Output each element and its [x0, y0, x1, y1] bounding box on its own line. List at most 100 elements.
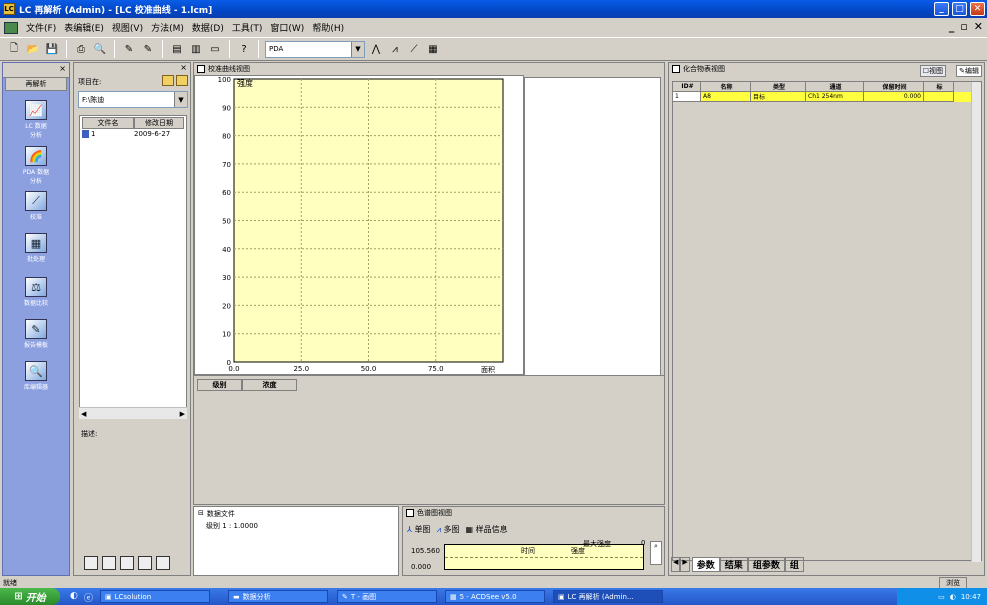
quicklaunch-icon[interactable]: ◐: [70, 591, 78, 601]
tab-next-icon[interactable]: ▶: [680, 557, 690, 572]
chromatogram-plot[interactable]: [444, 544, 644, 570]
task-lc-reanalysis[interactable]: ▣ LC 再解析 (Admin...: [553, 590, 663, 603]
col-id[interactable]: ID#: [673, 82, 701, 92]
nav-data-compare[interactable]: ⚖ 数据比较: [3, 277, 69, 307]
col-date[interactable]: 修改日期: [134, 117, 184, 129]
tab-prev-icon[interactable]: ◀: [671, 557, 681, 572]
layout3-icon[interactable]: ▭: [207, 41, 223, 57]
menu-file[interactable]: 文件(F): [26, 21, 56, 34]
new-icon[interactable]: 🗋: [6, 41, 22, 57]
vertical-scrollbar[interactable]: [971, 82, 981, 562]
cell-channel[interactable]: Ch1 254nm: [806, 92, 864, 102]
layout-icon[interactable]: ▤: [169, 41, 185, 57]
path-select[interactable]: F:\陈迪 ▼: [78, 91, 188, 108]
task-acdsee[interactable]: ▦ 5 - ACDSee v5.0: [445, 590, 545, 603]
tab-single[interactable]: ⅄ 单图: [407, 524, 430, 535]
nav-batch[interactable]: ▦ 批处理: [3, 233, 69, 263]
col-filename[interactable]: 文件名: [82, 117, 134, 129]
peak-icon[interactable]: ⋀: [368, 41, 384, 57]
volume-icon[interactable]: ◐: [950, 593, 956, 601]
collapse-icon[interactable]: ⊟: [198, 509, 204, 519]
tab-sample-info[interactable]: ▦ 样品信息: [466, 524, 508, 535]
tab-group-params[interactable]: 组参数: [747, 557, 785, 572]
tab-group[interactable]: 组: [784, 557, 804, 572]
scroll-left-icon[interactable]: ◀: [81, 410, 86, 418]
menu-view[interactable]: 视图(V): [112, 21, 143, 34]
col-concentration[interactable]: 浓度: [242, 379, 297, 391]
cell-std[interactable]: [924, 92, 954, 102]
menu-window[interactable]: 窗口(W): [270, 21, 304, 34]
tree-root[interactable]: ⊟ 数据文件: [194, 507, 398, 521]
small-icons-icon[interactable]: [102, 556, 116, 570]
task-paint[interactable]: ✎ T - 画图: [337, 590, 437, 603]
integration-icon[interactable]: ⩘: [387, 41, 403, 57]
file-list[interactable]: 文件名 修改日期 1 2009-6-27: [79, 115, 187, 419]
horizontal-scrollbar[interactable]: ◀ ▶: [79, 407, 187, 419]
network-icon[interactable]: ▭: [938, 593, 945, 601]
col-name[interactable]: 名称: [701, 82, 751, 92]
calibration-level-table[interactable]: 级别 浓度: [194, 375, 664, 504]
nav-calibration[interactable]: ⟋ 校准: [3, 191, 69, 221]
wizard-icon[interactable]: ✎: [121, 41, 137, 57]
zoom-icon[interactable]: ⌕: [650, 541, 662, 565]
help-icon[interactable]: ?: [236, 41, 252, 57]
mdi-restore-button[interactable]: ▫: [960, 20, 967, 33]
view-button[interactable]: ☐视图: [919, 65, 946, 77]
pane-close-icon[interactable]: ×: [59, 64, 66, 73]
minimize-button[interactable]: _: [934, 2, 949, 16]
mdi-minimize-button[interactable]: _: [949, 20, 955, 33]
calibration-chart[interactable]: 0102030405060708090100 0.0 25.0 50.0 75.0 强…: [193, 62, 665, 374]
browser-icon[interactable]: ⓔ: [84, 591, 93, 604]
menu-help[interactable]: 帮助(H): [312, 21, 344, 34]
channel-select[interactable]: PDA ▼: [265, 40, 365, 58]
nav-report-template[interactable]: ✎ 报告模板: [3, 319, 69, 349]
maximize-button[interactable]: □: [952, 2, 967, 16]
list-item[interactable]: 1 2009-6-27: [82, 130, 184, 138]
task-data-analysis[interactable]: ▬ 数据分析: [228, 590, 328, 603]
tree-item[interactable]: 级别 1 : 1.0000: [194, 521, 398, 531]
nav-lc-data-analysis[interactable]: 📈 LC 数据 分析: [3, 100, 69, 139]
wizard2-icon[interactable]: ✎: [140, 41, 156, 57]
print-icon[interactable]: ⎙: [73, 41, 89, 57]
pane-close-icon[interactable]: ×: [180, 63, 187, 72]
nav-library-editor[interactable]: 🔍 库编辑器: [3, 361, 69, 391]
layout2-icon[interactable]: ▥: [188, 41, 204, 57]
chevron-down-icon[interactable]: ▼: [351, 41, 364, 57]
col-std[interactable]: 标: [924, 82, 954, 92]
open-icon[interactable]: 📂: [25, 41, 41, 57]
details-view-icon[interactable]: [138, 556, 152, 570]
cell-type[interactable]: 目标: [751, 92, 806, 102]
tab-parameters[interactable]: 参数: [691, 557, 720, 572]
calibrate-icon[interactable]: ⟋: [406, 41, 422, 57]
col-channel[interactable]: 通道: [806, 82, 864, 92]
cell-retention-time[interactable]: 0.000: [864, 92, 924, 102]
new-folder-icon[interactable]: [176, 75, 188, 86]
col-retention-time[interactable]: 保留时间: [864, 82, 924, 92]
print-preview-icon[interactable]: 🔍: [92, 41, 108, 57]
tab-results[interactable]: 结果: [719, 557, 748, 572]
nav-pda-data-analysis[interactable]: 🌈 PDA 数据 分析: [3, 146, 69, 185]
cell-name[interactable]: A8: [701, 92, 751, 102]
table-row[interactable]: 1 A8 目标 Ch1 254nm 0.000: [673, 92, 981, 102]
refresh-icon[interactable]: [156, 556, 170, 570]
start-button[interactable]: ⊞ 开始: [0, 588, 60, 605]
col-level[interactable]: 级别: [197, 379, 242, 391]
tab-reanalysis[interactable]: 再解析: [5, 77, 67, 91]
col-type[interactable]: 类型: [751, 82, 806, 92]
tab-multi[interactable]: ⩘ 多图: [436, 524, 459, 535]
chevron-down-icon[interactable]: ▼: [174, 92, 187, 107]
menu-tools[interactable]: 工具(T): [232, 21, 263, 34]
list-view-icon[interactable]: [120, 556, 134, 570]
mdi-close-button[interactable]: ✕: [974, 20, 983, 33]
edit-button[interactable]: ✎编辑: [956, 65, 982, 77]
menu-table-edit[interactable]: 表编辑(E): [64, 21, 104, 34]
close-button[interactable]: ✕: [970, 2, 985, 16]
table-icon[interactable]: ▦: [425, 41, 441, 57]
compound-table[interactable]: ID# 名称 类型 通道 保留时间 标 1 A8 目标 Ch1 254nm 0.…: [672, 81, 982, 562]
menu-method[interactable]: 方法(M): [151, 21, 184, 34]
task-lcsolution[interactable]: ▣ LCsolution: [100, 590, 210, 603]
data-file-pane[interactable]: ⊟ 数据文件 级别 1 : 1.0000: [193, 506, 399, 576]
scroll-right-icon[interactable]: ▶: [180, 410, 185, 418]
up-folder-icon[interactable]: [162, 75, 174, 86]
save-icon[interactable]: 💾: [44, 41, 60, 57]
